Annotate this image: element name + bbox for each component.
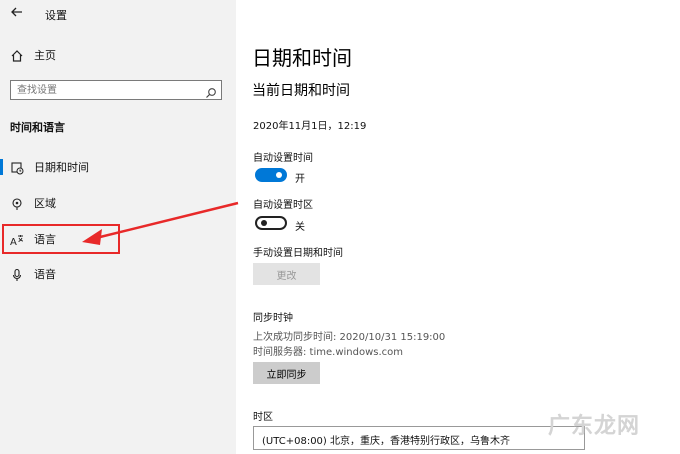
sidebar-item-home[interactable]: 主页: [0, 40, 236, 70]
section-title: 时间和语言: [10, 121, 65, 134]
auto-timezone-label: 自动设置时区: [253, 200, 313, 211]
current-datetime: 2020年11月1日，12:19: [253, 121, 367, 132]
sidebar-item-label: 主页: [34, 49, 56, 62]
timezone-label: 时区: [253, 412, 273, 423]
sidebar: 设置 主页 时间和语言 日期和时间 区域 A 语言 语音: [0, 0, 236, 454]
auto-timezone-toggle[interactable]: [255, 216, 287, 230]
sidebar-item-label: 区域: [34, 197, 56, 210]
manual-datetime-label: 手动设置日期和时间: [253, 248, 343, 259]
section-subtitle: 当前日期和时间: [252, 83, 350, 99]
sidebar-item-label: 语音: [34, 268, 56, 281]
sidebar-item-region[interactable]: 区域: [0, 188, 236, 218]
calendar-clock-icon: [10, 160, 24, 175]
auto-timezone-state: 关: [295, 222, 305, 233]
sidebar-item-label: 日期和时间: [34, 161, 89, 174]
home-icon: [10, 48, 24, 62]
toggle-knob: [276, 172, 282, 178]
toggle-knob: [261, 220, 267, 226]
search-box[interactable]: [10, 80, 222, 100]
auto-time-label: 自动设置时间: [253, 153, 313, 164]
title-bar: 设置: [0, 0, 236, 28]
back-arrow-icon[interactable]: [8, 5, 26, 23]
page-title: 日期和时间: [252, 46, 352, 70]
globe-icon: [10, 196, 24, 210]
sync-now-button[interactable]: 立即同步: [253, 362, 320, 384]
search-input[interactable]: [17, 83, 197, 97]
watermark-text: 广东龙网: [548, 414, 641, 439]
timezone-value: (UTC+08:00) 北京，重庆，香港特别行政区，乌鲁木齐: [262, 436, 511, 447]
main-content: 日期和时间 当前日期和时间 2020年11月1日，12:19 自动设置时间 开 …: [236, 0, 680, 454]
app-title: 设置: [45, 9, 67, 22]
timezone-dropdown[interactable]: (UTC+08:00) 北京，重庆，香港特别行政区，乌鲁木齐: [253, 426, 585, 450]
sidebar-item-speech[interactable]: 语音: [0, 259, 236, 289]
auto-time-toggle[interactable]: [255, 168, 287, 182]
highlight-box: [2, 224, 120, 254]
sidebar-item-date-time[interactable]: 日期和时间: [0, 152, 236, 182]
microphone-icon: [10, 267, 24, 281]
search-icon[interactable]: [205, 84, 217, 98]
auto-time-state: 开: [295, 174, 305, 185]
change-button[interactable]: 更改: [253, 263, 320, 285]
last-sync-text: 上次成功同步时间: 2020/10/31 15:19:00: [253, 332, 446, 343]
sync-title: 同步时钟: [253, 313, 293, 324]
time-server-text: 时间服务器: time.windows.com: [253, 347, 404, 358]
